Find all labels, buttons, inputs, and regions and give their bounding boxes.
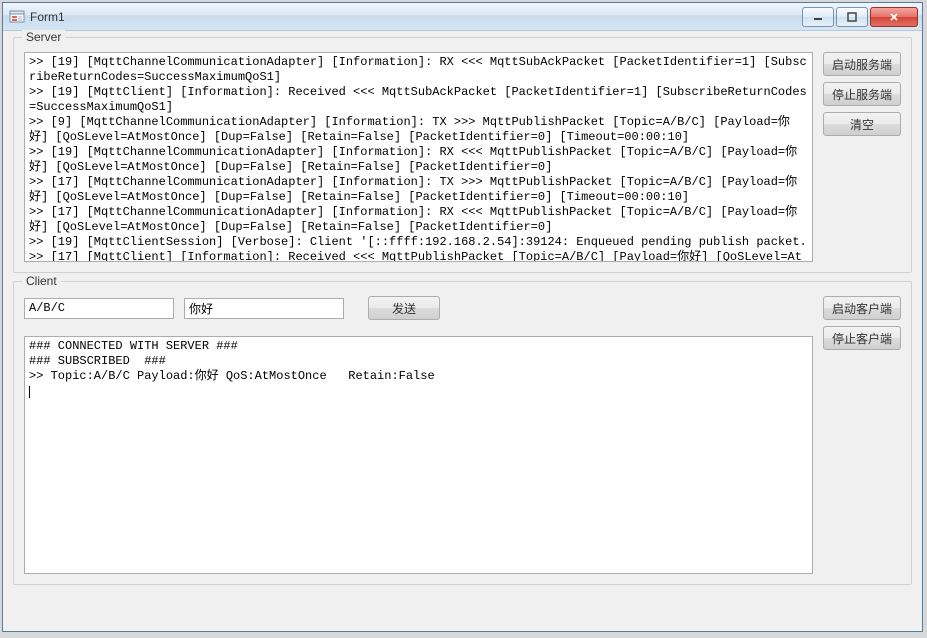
client-group: Client 发送 启动客户端 停止客户端 ### CONNECTED WITH… — [13, 281, 912, 585]
client-log[interactable]: ### CONNECTED WITH SERVER ### ### SUBSCR… — [24, 336, 813, 574]
server-group-title: Server — [22, 30, 65, 44]
client-group-title: Client — [22, 274, 61, 288]
server-group: Server >> [19] [MqttChannelCommunication… — [13, 37, 912, 273]
app-icon — [9, 9, 25, 25]
stop-server-button[interactable]: 停止服务端 — [823, 82, 901, 106]
minimize-button[interactable] — [802, 7, 834, 27]
payload-input[interactable] — [184, 298, 344, 319]
topic-input[interactable] — [24, 298, 174, 319]
send-button[interactable]: 发送 — [368, 296, 440, 320]
titlebar[interactable]: Form1 — [3, 3, 922, 31]
client-area: Server >> [19] [MqttChannelCommunication… — [3, 31, 922, 631]
maximize-button[interactable] — [836, 7, 868, 27]
server-log[interactable]: >> [19] [MqttChannelCommunicationAdapter… — [24, 52, 813, 262]
close-button[interactable] — [870, 7, 918, 27]
client-input-row: 发送 — [24, 296, 813, 320]
server-buttons: 启动服务端 停止服务端 清空 — [823, 52, 901, 262]
window-title: Form1 — [30, 10, 802, 24]
start-client-button[interactable]: 启动客户端 — [823, 296, 901, 320]
text-cursor — [29, 386, 30, 398]
start-server-button[interactable]: 启动服务端 — [823, 52, 901, 76]
app-window: Form1 Server >> [19] [MqttChannelCommuni… — [2, 2, 923, 632]
window-controls — [802, 7, 918, 27]
clear-server-button[interactable]: 清空 — [823, 112, 901, 136]
spacer — [823, 336, 901, 574]
